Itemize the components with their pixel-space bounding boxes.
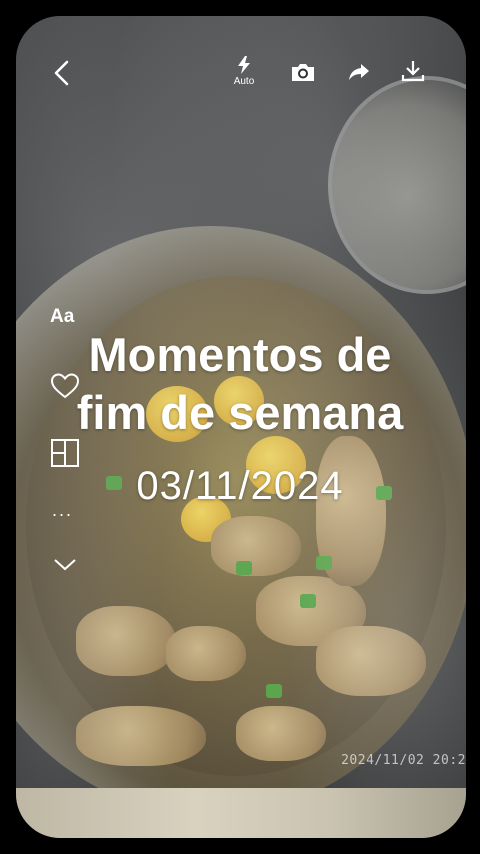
share-icon[interactable] — [347, 60, 371, 84]
title-line-1: Momentos de — [88, 328, 392, 381]
bottom-band — [16, 788, 466, 838]
flash-button[interactable]: Auto — [228, 56, 260, 92]
photo-timestamp: 2024/11/02 20:2 — [341, 753, 466, 768]
overlay-date[interactable]: 03/11/2024 — [0, 464, 480, 509]
text-tool-button[interactable]: Aa — [50, 306, 74, 328]
title-line-2: fim de semana — [76, 386, 404, 439]
chevron-down-icon[interactable] — [52, 556, 78, 574]
flash-mode-label: Auto — [233, 76, 255, 87]
camera-icon[interactable] — [290, 60, 316, 84]
back-icon[interactable] — [52, 58, 72, 88]
overlay-title[interactable]: Momentos de fim de semana — [0, 326, 480, 442]
download-icon[interactable] — [400, 58, 426, 84]
top-toolbar: Auto — [0, 0, 480, 110]
